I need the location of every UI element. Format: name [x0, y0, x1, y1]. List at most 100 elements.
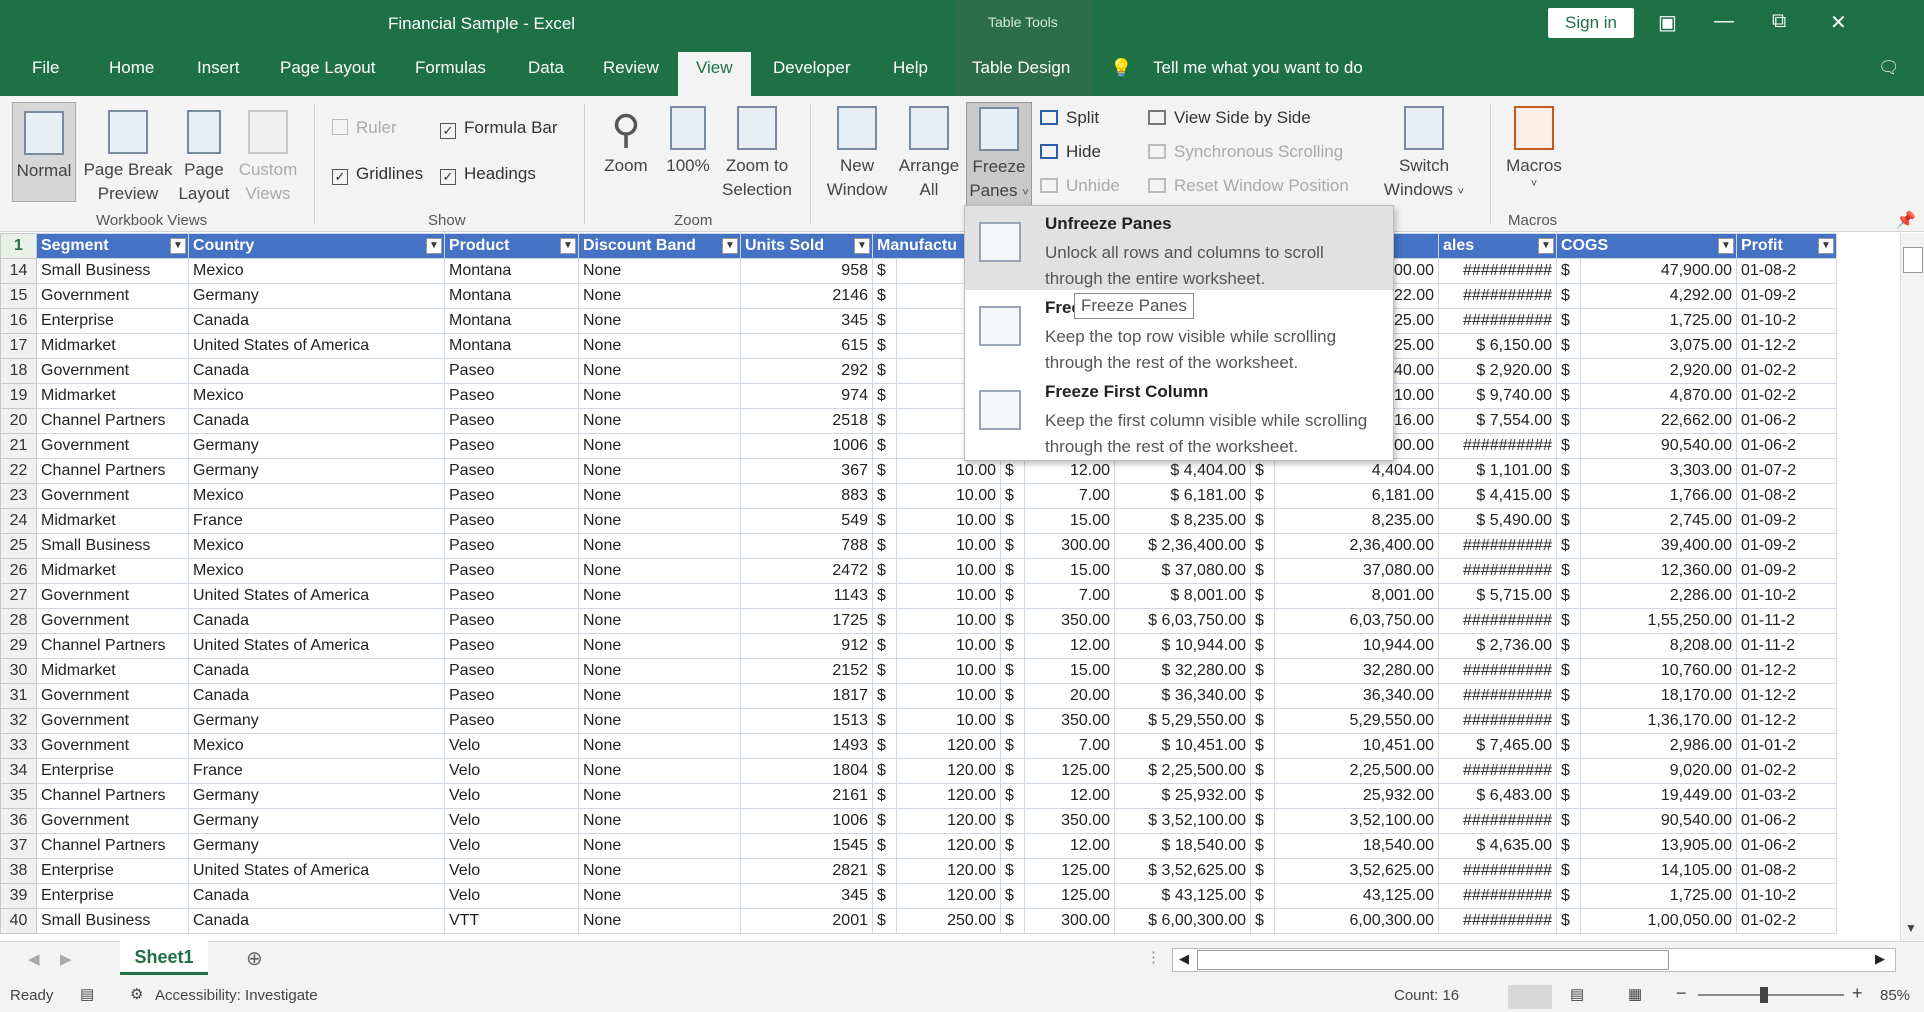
table-cell[interactable]: 2,745.00	[1580, 508, 1737, 534]
table-cell[interactable]: $	[872, 783, 897, 809]
table-cell[interactable]: ##########	[1438, 708, 1557, 734]
table-cell[interactable]: 125.00	[1024, 858, 1115, 884]
comments-icon[interactable]: 🗨	[1878, 58, 1900, 78]
table-cell[interactable]: ##########	[1438, 308, 1557, 334]
table-cell[interactable]: 10,760.00	[1580, 658, 1737, 684]
table-cell[interactable]: Government	[36, 583, 189, 609]
scroll-right-icon[interactable]: ▶	[1875, 951, 1885, 967]
filter-dropdown-icon[interactable]: ▼	[1818, 238, 1834, 254]
table-cell[interactable]: 01-10-2	[1736, 883, 1837, 909]
table-cell[interactable]: $ 10,451.00	[1114, 733, 1251, 759]
table-cell[interactable]: None	[578, 883, 741, 909]
table-cell[interactable]: $	[1556, 558, 1581, 584]
table-cell[interactable]: $	[1556, 408, 1581, 434]
table-cell[interactable]: None	[578, 458, 741, 484]
table-cell[interactable]: 25,932.00	[1274, 783, 1439, 809]
table-cell[interactable]: None	[578, 558, 741, 584]
row-number[interactable]: 35	[0, 783, 37, 809]
filter-dropdown-icon[interactable]: ▼	[854, 238, 870, 254]
table-cell[interactable]: $	[1250, 508, 1275, 534]
table-cell[interactable]: $	[1250, 458, 1275, 484]
zoom-button[interactable]: ⚲ Zoom	[598, 106, 654, 178]
page-break-preview-button[interactable]: Page Break Preview	[82, 110, 174, 206]
table-cell[interactable]: 3,075.00	[1580, 333, 1737, 359]
table-cell[interactable]: 12.00	[1024, 458, 1115, 484]
table-cell[interactable]: $	[1250, 533, 1275, 559]
page-layout-status-icon[interactable]: ▤	[1570, 985, 1584, 1003]
table-cell[interactable]: $	[1556, 583, 1581, 609]
table-cell[interactable]: Montana	[444, 333, 579, 359]
table-cell[interactable]: 125.00	[1024, 758, 1115, 784]
table-cell[interactable]: Montana	[444, 283, 579, 309]
table-cell[interactable]: Small Business	[36, 533, 189, 559]
table-cell[interactable]: $	[1000, 583, 1025, 609]
table-cell[interactable]: $	[1250, 683, 1275, 709]
table-cell[interactable]: 01-02-2	[1736, 358, 1837, 384]
table-cell[interactable]: Mexico	[188, 533, 445, 559]
scroll-left-icon[interactable]: ◀	[1179, 951, 1189, 967]
table-cell[interactable]: Velo	[444, 808, 579, 834]
table-cell[interactable]: 549	[740, 508, 873, 534]
table-cell[interactable]: None	[578, 833, 741, 859]
table-cell[interactable]: None	[578, 383, 741, 409]
table-cell[interactable]: ##########	[1438, 758, 1557, 784]
tab-page-layout[interactable]: Page Layout	[280, 58, 375, 78]
table-cell[interactable]: Paseo	[444, 508, 579, 534]
table-cell[interactable]: $	[1556, 908, 1581, 934]
table-cell[interactable]: $	[1250, 733, 1275, 759]
table-cell[interactable]: $	[872, 433, 897, 459]
table-cell[interactable]: France	[188, 508, 445, 534]
table-cell[interactable]: $	[872, 833, 897, 859]
table-cell[interactable]: 01-09-2	[1736, 533, 1837, 559]
table-cell[interactable]: $ 3,52,625.00	[1114, 858, 1251, 884]
table-cell[interactable]: ##########	[1438, 533, 1557, 559]
formula-bar-checkbox[interactable]: ✓ Formula Bar	[440, 118, 558, 139]
table-cell[interactable]: $	[1556, 733, 1581, 759]
page-layout-view-button[interactable]: Page Layout	[178, 110, 230, 206]
table-cell[interactable]: Paseo	[444, 658, 579, 684]
freeze-panes-button[interactable]: Freeze Panes ˅	[966, 102, 1032, 206]
table-cell[interactable]: $ 6,00,300.00	[1114, 908, 1251, 934]
table-cell[interactable]: $	[1250, 633, 1275, 659]
table-cell[interactable]: Mexico	[188, 558, 445, 584]
table-cell[interactable]: 10.00	[896, 633, 1001, 659]
table-cell[interactable]: 90,540.00	[1580, 433, 1737, 459]
table-cell[interactable]: $	[1250, 808, 1275, 834]
table-cell[interactable]: 01-12-2	[1736, 708, 1837, 734]
table-cell[interactable]: United States of America	[188, 583, 445, 609]
split-button[interactable]: Split	[1040, 108, 1099, 128]
table-cell[interactable]: $	[872, 658, 897, 684]
table-cell[interactable]: 4,292.00	[1580, 283, 1737, 309]
table-cell[interactable]: ##########	[1438, 858, 1557, 884]
table-cell[interactable]: Enterprise	[36, 883, 189, 909]
table-cell[interactable]: $ 36,340.00	[1114, 683, 1251, 709]
macro-record-icon[interactable]: ▤	[80, 985, 94, 1003]
table-cell[interactable]: 292	[740, 358, 873, 384]
table-cell[interactable]: Germany	[188, 708, 445, 734]
table-cell[interactable]: $	[1000, 683, 1025, 709]
table-cell[interactable]: Mexico	[188, 733, 445, 759]
filter-dropdown-icon[interactable]: ▼	[1538, 238, 1554, 254]
table-cell[interactable]: 10,944.00	[1274, 633, 1439, 659]
table-cell[interactable]: None	[578, 808, 741, 834]
table-cell[interactable]: 120.00	[896, 833, 1001, 859]
table-cell[interactable]: None	[578, 583, 741, 609]
table-cell[interactable]: 1,725.00	[1580, 883, 1737, 909]
table-cell[interactable]: $ 5,29,550.00	[1114, 708, 1251, 734]
table-cell[interactable]: $	[1250, 608, 1275, 634]
table-cell[interactable]: $ 7,554.00	[1438, 408, 1557, 434]
table-cell[interactable]: 3,52,100.00	[1274, 808, 1439, 834]
table-cell[interactable]: $	[872, 533, 897, 559]
table-cell[interactable]: 01-06-2	[1736, 833, 1837, 859]
table-cell[interactable]: United States of America	[188, 633, 445, 659]
table-cell[interactable]: None	[578, 783, 741, 809]
table-cell[interactable]: Paseo	[444, 633, 579, 659]
table-cell[interactable]: Velo	[444, 758, 579, 784]
reset-window-position-button[interactable]: Reset Window Position	[1148, 176, 1349, 196]
tab-file[interactable]: File	[32, 58, 59, 78]
table-cell[interactable]: United States of America	[188, 333, 445, 359]
table-cell[interactable]: 1804	[740, 758, 873, 784]
row-number[interactable]: 18	[0, 358, 37, 384]
table-cell[interactable]: 01-08-2	[1736, 258, 1837, 284]
zoom-100-button[interactable]: 100%	[660, 106, 716, 178]
